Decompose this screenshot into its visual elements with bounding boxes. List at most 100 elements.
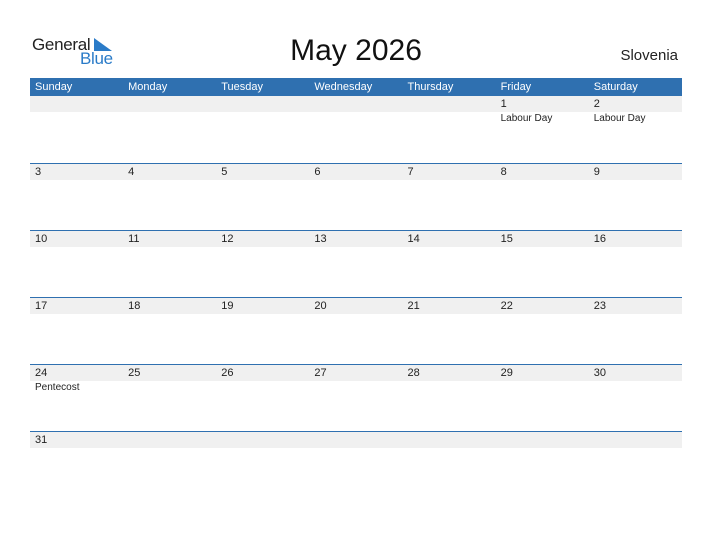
day-cell bbox=[402, 432, 496, 451]
day-cell[interactable]: 18 bbox=[123, 298, 217, 364]
day-cell[interactable]: 4 bbox=[123, 164, 217, 230]
day-number bbox=[588, 432, 682, 448]
day-cell[interactable]: 23 bbox=[588, 298, 682, 364]
day-number: 28 bbox=[402, 365, 496, 381]
day-number: 22 bbox=[495, 298, 589, 314]
day-cell[interactable]: 1 Labour Day bbox=[495, 96, 589, 163]
day-number: 10 bbox=[30, 231, 124, 247]
day-number bbox=[123, 432, 217, 448]
day-cell[interactable]: 21 bbox=[402, 298, 496, 364]
day-number: 5 bbox=[216, 164, 310, 180]
day-number: 27 bbox=[309, 365, 403, 381]
holiday-label: Labour Day bbox=[593, 113, 646, 124]
day-number: 25 bbox=[123, 365, 217, 381]
day-cell bbox=[123, 432, 217, 451]
day-cell[interactable]: 24 Pentecost bbox=[30, 365, 124, 431]
weekday-tuesday: Tuesday bbox=[221, 81, 264, 93]
day-number: 3 bbox=[30, 164, 124, 180]
weekday-wednesday: Wednesday bbox=[314, 81, 373, 93]
weekday-header: Sunday Monday Tuesday Wednesday Thursday Frid… bbox=[30, 78, 682, 96]
day-number bbox=[402, 96, 496, 112]
week-row: 17 18 19 20 21 22 23 bbox=[30, 297, 682, 364]
day-cell[interactable]: 25 bbox=[123, 365, 217, 431]
day-cell[interactable]: 20 bbox=[309, 298, 403, 364]
day-cell[interactable]: 11 bbox=[123, 231, 217, 297]
day-cell[interactable]: 27 bbox=[309, 365, 403, 431]
weekday-sunday: Sunday bbox=[35, 81, 73, 93]
day-number: 1 bbox=[495, 96, 589, 112]
day-cell[interactable]: 26 bbox=[216, 365, 310, 431]
day-number: 2 bbox=[588, 96, 682, 112]
day-number: 31 bbox=[30, 432, 124, 448]
day-number bbox=[402, 432, 496, 448]
day-number bbox=[309, 96, 403, 112]
day-number bbox=[216, 432, 310, 448]
day-cell bbox=[309, 96, 403, 163]
day-cell[interactable]: 13 bbox=[309, 231, 403, 297]
day-cell[interactable]: 7 bbox=[402, 164, 496, 230]
day-cell[interactable]: 8 bbox=[495, 164, 589, 230]
day-cell bbox=[216, 432, 310, 451]
day-number: 30 bbox=[588, 365, 682, 381]
day-number: 8 bbox=[495, 164, 589, 180]
day-cell[interactable]: 3 bbox=[30, 164, 124, 230]
day-number bbox=[495, 432, 589, 448]
day-cell[interactable]: 6 bbox=[309, 164, 403, 230]
week-row: 3456789 bbox=[30, 163, 682, 230]
day-cell[interactable]: 12 bbox=[216, 231, 310, 297]
day-cell bbox=[309, 432, 403, 451]
day-cell[interactable]: 14 bbox=[402, 231, 496, 297]
day-number: 4 bbox=[123, 164, 217, 180]
day-number: 20 bbox=[309, 298, 403, 314]
day-cell[interactable]: 28 bbox=[402, 365, 496, 431]
day-cell bbox=[495, 432, 589, 451]
day-number: 19 bbox=[216, 298, 310, 314]
weekday-thursday: Thursday bbox=[407, 81, 454, 93]
holiday-label: Pentecost bbox=[35, 382, 80, 393]
day-cell bbox=[216, 96, 310, 163]
day-cell bbox=[588, 432, 682, 451]
day-cell[interactable]: 10 bbox=[30, 231, 124, 297]
day-number: 24 bbox=[30, 365, 124, 381]
day-number: 9 bbox=[588, 164, 682, 180]
day-cell bbox=[123, 96, 217, 163]
day-number: 26 bbox=[216, 365, 310, 381]
day-cell bbox=[402, 96, 496, 163]
day-cell[interactable]: 19 bbox=[216, 298, 310, 364]
day-number: 15 bbox=[495, 231, 589, 247]
calendar-grid: Sunday Monday Tuesday Wednesday Thursday Frid… bbox=[30, 78, 682, 451]
day-number: 7 bbox=[402, 164, 496, 180]
day-number: 11 bbox=[123, 231, 217, 247]
country-label: Slovenia bbox=[620, 47, 678, 64]
day-cell[interactable]: 22 bbox=[495, 298, 589, 364]
week-row: 10 11 12 13 14 15 16 bbox=[30, 230, 682, 297]
day-number: 12 bbox=[216, 231, 310, 247]
day-cell[interactable]: 15 bbox=[495, 231, 589, 297]
day-number: 6 bbox=[309, 164, 403, 180]
day-number: 21 bbox=[402, 298, 496, 314]
weekday-friday: Friday bbox=[500, 81, 532, 93]
day-cell[interactable]: 16 bbox=[588, 231, 682, 297]
day-cell[interactable]: 5 bbox=[216, 164, 310, 230]
day-number: 29 bbox=[495, 365, 589, 381]
day-cell[interactable]: 29 bbox=[495, 365, 589, 431]
day-cell[interactable]: 17 bbox=[30, 298, 124, 364]
day-number: 13 bbox=[309, 231, 403, 247]
day-cell[interactable]: 30 bbox=[588, 365, 682, 431]
page-title: May 2026 bbox=[290, 34, 422, 67]
day-cell[interactable]: 2 Labour Day bbox=[588, 96, 682, 163]
day-number: 18 bbox=[123, 298, 217, 314]
day-number: 17 bbox=[30, 298, 124, 314]
day-number bbox=[216, 96, 310, 112]
day-number: 16 bbox=[588, 231, 682, 247]
weekday-saturday: Saturday bbox=[593, 81, 638, 93]
day-cell[interactable]: 31 bbox=[30, 432, 124, 451]
day-cell[interactable]: 9 bbox=[588, 164, 682, 230]
week-row: 1 Labour Day 2 Labour Day bbox=[30, 96, 682, 163]
day-number bbox=[30, 96, 124, 112]
day-number bbox=[309, 432, 403, 448]
day-number bbox=[123, 96, 217, 112]
day-number: 14 bbox=[402, 231, 496, 247]
day-cell bbox=[30, 96, 124, 163]
day-number: 23 bbox=[588, 298, 682, 314]
